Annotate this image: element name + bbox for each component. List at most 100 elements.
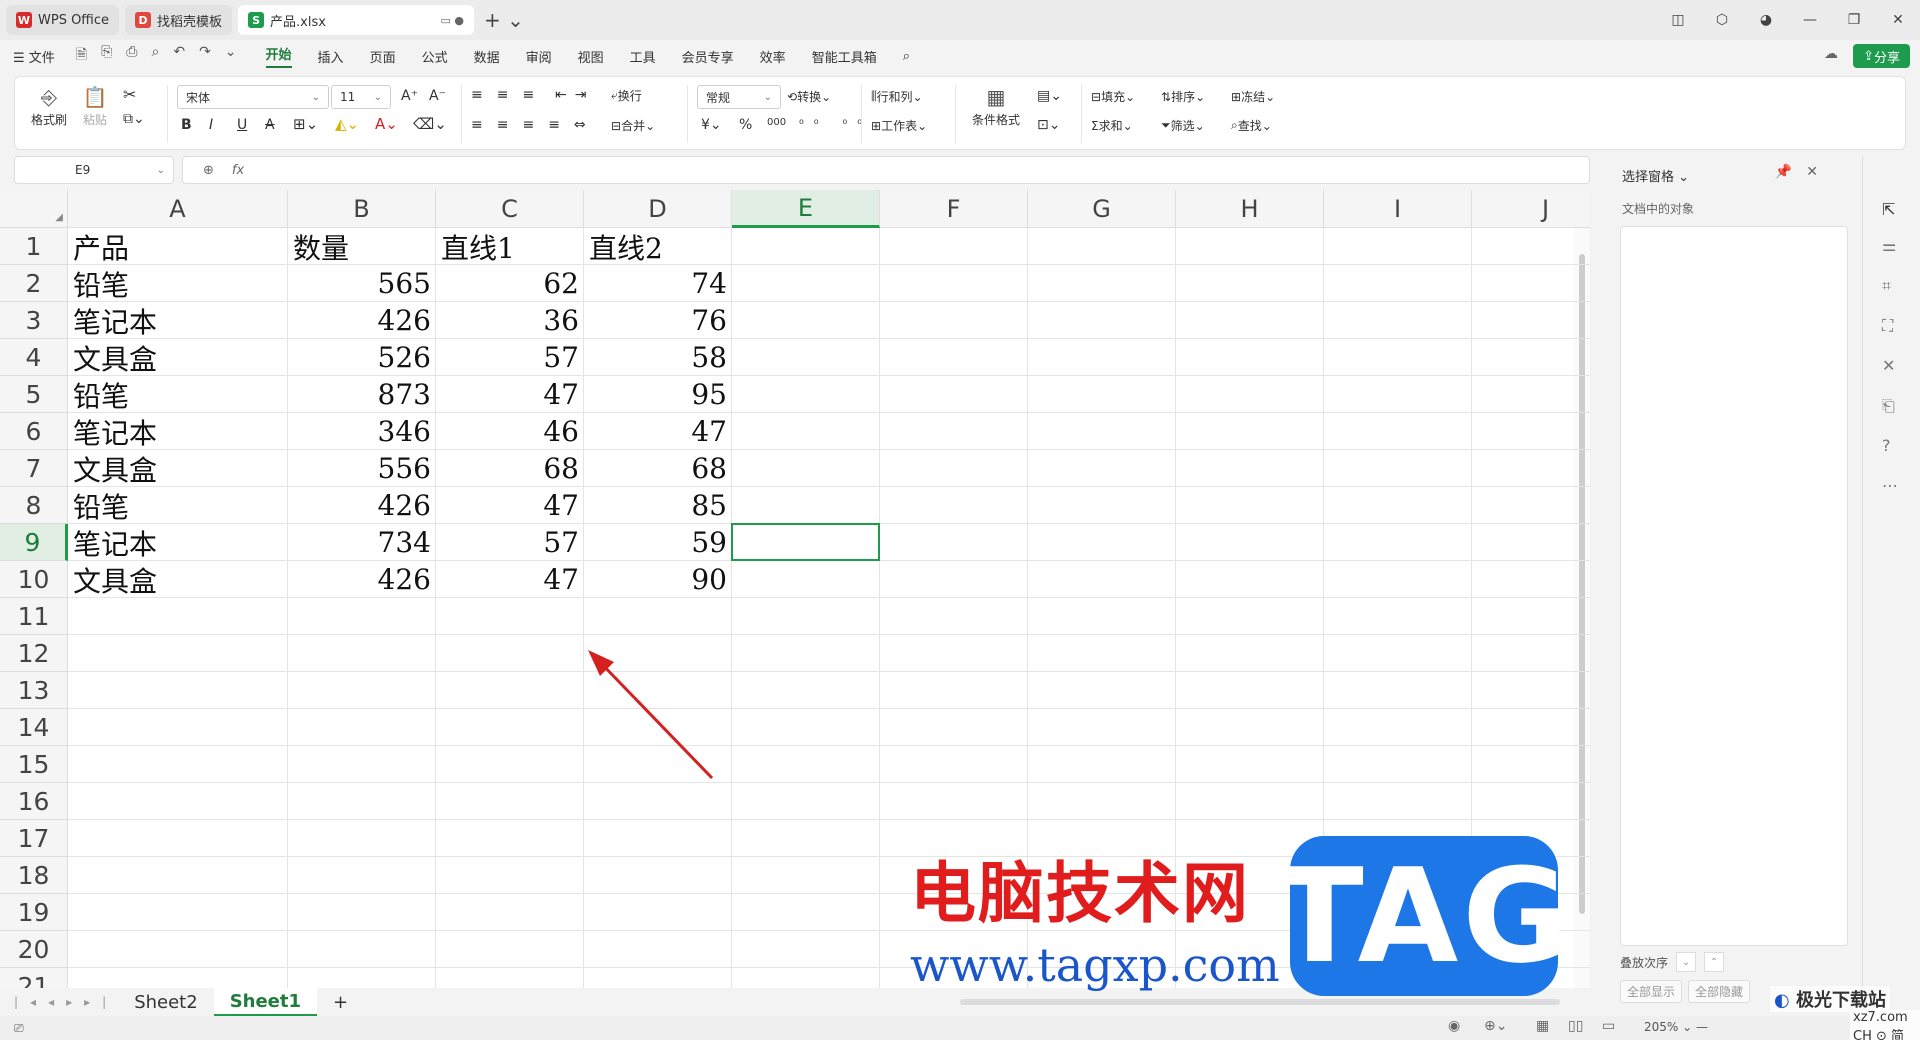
horizontal-scrollbar[interactable] xyxy=(960,999,1560,1005)
font-size-select[interactable]: 11 ⌄ xyxy=(331,85,391,109)
tab-close-icon[interactable]: ▭ ● xyxy=(441,14,465,27)
column-header-d[interactable]: D xyxy=(584,190,732,228)
locate-icon[interactable]: ⊕⌄ xyxy=(1484,1018,1507,1034)
sheet-tab-sheet2[interactable]: Sheet2 xyxy=(118,988,214,1016)
data-cell[interactable]: 426 xyxy=(288,302,436,339)
search-icon[interactable]: ⌕ xyxy=(903,49,910,64)
font-name-select[interactable]: 宋体 ⌄ xyxy=(177,85,329,109)
clear-format-icon[interactable]: ⌫⌄ xyxy=(413,115,447,133)
print-icon[interactable]: ⎙ xyxy=(126,44,137,68)
header-cell[interactable]: 数量 xyxy=(288,228,436,265)
column-header-h[interactable]: H xyxy=(1176,190,1324,228)
avatar-icon[interactable]: ◕ xyxy=(1744,12,1788,28)
header-cell[interactable]: 产品 xyxy=(68,228,288,265)
zoom-level[interactable]: 205% ⌄ — xyxy=(1644,1020,1708,1034)
vertical-align-icons[interactable]: ≡≡≡ xyxy=(471,87,548,103)
data-cell[interactable]: 铅笔 xyxy=(68,487,288,524)
more-chevron-icon[interactable]: ⌄ xyxy=(225,44,237,68)
fill-button[interactable]: ⊟ 填充 ⌄ xyxy=(1091,88,1135,105)
menu-page[interactable]: 页面 xyxy=(370,47,396,66)
save-icon[interactable]: 🗎 xyxy=(76,44,87,68)
row-header-16[interactable]: 16 xyxy=(0,783,68,820)
move-up-button[interactable]: ⌃ xyxy=(1704,952,1725,972)
sheet-tab-sheet1[interactable]: Sheet1 xyxy=(213,988,318,1016)
number-format-select[interactable]: 常规 ⌄ xyxy=(697,85,781,109)
data-cell[interactable]: 526 xyxy=(288,339,436,376)
share-button[interactable]: ⇪ 分享 xyxy=(1853,44,1910,68)
row-header-2[interactable]: 2 xyxy=(0,265,68,302)
menu-insert[interactable]: 插入 xyxy=(318,47,344,66)
book-icon[interactable]: ⎗ xyxy=(1882,396,1895,416)
row-header-14[interactable]: 14 xyxy=(0,709,68,746)
restore-icon[interactable]: ❐ xyxy=(1832,12,1876,28)
header-cell[interactable]: 直线2 xyxy=(584,228,732,265)
data-cell[interactable]: 59 xyxy=(584,524,732,561)
adjust-icon[interactable]: ⚌ xyxy=(1882,236,1896,255)
show-all-button[interactable]: 全部显示 xyxy=(1620,980,1683,1003)
data-cell[interactable]: 文具盒 xyxy=(68,339,288,376)
macro-icon[interactable]: ⎚ xyxy=(14,1021,24,1036)
row-header-5[interactable]: 5 xyxy=(0,376,68,413)
select-all-corner[interactable]: ◢ xyxy=(0,190,68,228)
sort-button[interactable]: ⇅ 排序 ⌄ xyxy=(1161,88,1205,105)
tab-docer-templates[interactable]: D 找稻壳模板 xyxy=(125,5,233,35)
pane-controls[interactable]: 📌✕ xyxy=(1775,164,1832,180)
data-cell[interactable]: 58 xyxy=(584,339,732,376)
undo-icon[interactable]: ↶ xyxy=(173,44,185,68)
tab-wps-office[interactable]: W WPS Office xyxy=(6,5,120,35)
column-header-j[interactable]: J xyxy=(1472,190,1590,228)
row-header-4[interactable]: 4 xyxy=(0,339,68,376)
data-cell[interactable]: 47 xyxy=(436,487,584,524)
data-cell[interactable]: 36 xyxy=(436,302,584,339)
data-cell[interactable]: 74 xyxy=(584,265,732,302)
object-list[interactable] xyxy=(1620,226,1848,946)
page-view-icon[interactable]: ▯▯ xyxy=(1568,1018,1583,1034)
row-col-button[interactable]: ⫼ 行和列 ⌄ xyxy=(871,88,923,105)
menu-smart-toolbox[interactable]: 智能工具箱 xyxy=(812,47,877,66)
indent-icons[interactable]: ⇤⇥ xyxy=(555,87,594,103)
conditional-format-button[interactable]: ▦ 条件格式 xyxy=(965,83,1027,128)
data-cell[interactable]: 文具盒 xyxy=(68,561,288,598)
layout-icon[interactable]: ◫ xyxy=(1656,12,1700,28)
row-header-17[interactable]: 17 xyxy=(0,820,68,857)
menu-view[interactable]: 视图 xyxy=(578,47,604,66)
cloud-icon[interactable]: ☁ xyxy=(1824,46,1838,62)
data-cell[interactable]: 47 xyxy=(436,376,584,413)
row-header-11[interactable]: 11 xyxy=(0,598,68,635)
find-button[interactable]: ⌕ 查找 ⌄ xyxy=(1231,117,1272,134)
eye-protect-icon[interactable]: ◉ xyxy=(1448,1018,1460,1034)
header-cell[interactable]: 直线1 xyxy=(436,228,584,265)
cut-icon[interactable]: ✂ xyxy=(123,85,136,104)
minimize-icon[interactable]: — xyxy=(1788,12,1832,28)
row-header-21[interactable]: 21 xyxy=(0,968,68,988)
filter-button[interactable]: ⏷ 筛选 ⌄ xyxy=(1161,117,1205,134)
data-cell[interactable]: 铅笔 xyxy=(68,265,288,302)
row-header-15[interactable]: 15 xyxy=(0,746,68,783)
freeze-button[interactable]: ⊞ 冻结 ⌄ xyxy=(1231,88,1275,105)
move-down-button[interactable]: ⌄ xyxy=(1676,952,1697,972)
data-cell[interactable]: 笔记本 xyxy=(68,413,288,450)
data-cell[interactable]: 68 xyxy=(436,450,584,487)
comment-icon[interactable]: ⌗ xyxy=(1882,276,1891,296)
vertical-scrollbar[interactable] xyxy=(1574,228,1590,988)
menu-efficiency[interactable]: 效率 xyxy=(760,47,786,66)
menu-data[interactable]: 数据 xyxy=(474,47,500,66)
data-cell[interactable]: 57 xyxy=(436,524,584,561)
tab-product-xlsx[interactable]: S 产品.xlsx ▭ ● xyxy=(238,5,475,35)
column-header-i[interactable]: I xyxy=(1324,190,1472,228)
horizontal-align-icons[interactable]: ≡≡≡≡⇔ xyxy=(471,117,600,133)
data-cell[interactable]: 文具盒 xyxy=(68,450,288,487)
fill-color-icon[interactable]: ◭⌄ xyxy=(335,115,359,133)
more-icon[interactable]: ⋯ xyxy=(1882,476,1898,495)
table-style-icon[interactable]: ⊡⌄ xyxy=(1037,117,1060,133)
percent-button[interactable]: % xyxy=(739,117,752,133)
scrollbar-thumb[interactable] xyxy=(1579,254,1585,914)
new-tab-icon[interactable]: + ⌄ xyxy=(484,8,524,32)
thousands-button[interactable]: 000 xyxy=(767,117,786,128)
menu-formula[interactable]: 公式 xyxy=(422,47,448,66)
row-header-7[interactable]: 7 xyxy=(0,450,68,487)
data-cell[interactable]: 85 xyxy=(584,487,732,524)
data-cell[interactable]: 46 xyxy=(436,413,584,450)
merge-button[interactable]: ⊟ 合并 ⌄ xyxy=(611,117,655,134)
column-header-a[interactable]: A xyxy=(68,190,288,228)
